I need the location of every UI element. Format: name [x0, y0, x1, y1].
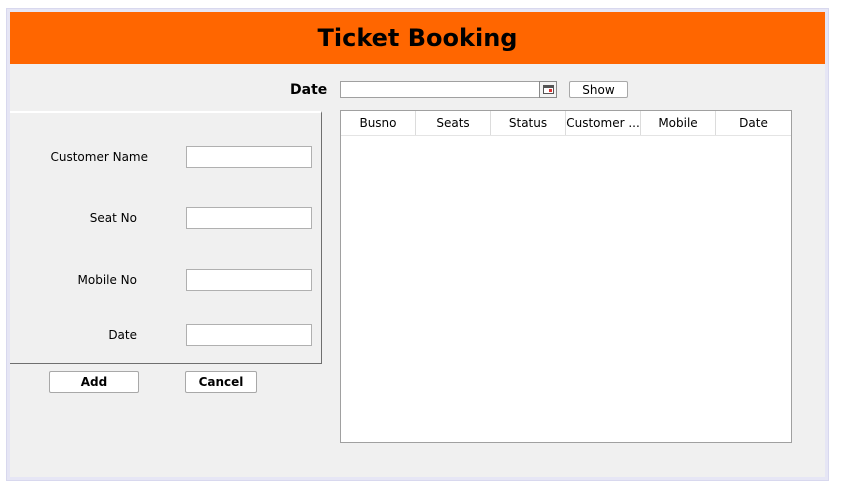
title-banner: Ticket Booking [10, 12, 825, 64]
column-header-seats[interactable]: Seats [416, 111, 491, 135]
cancel-button[interactable]: Cancel [185, 371, 257, 393]
customer-name-input[interactable] [186, 146, 312, 168]
column-header-mobile[interactable]: Mobile [641, 111, 716, 135]
date-filter-picker[interactable] [340, 81, 557, 98]
page-title: Ticket Booking [317, 24, 518, 52]
show-button[interactable]: Show [569, 81, 628, 98]
calendar-button[interactable] [539, 81, 557, 98]
date-input[interactable] [186, 324, 312, 346]
customer-name-label: Customer Name [50, 150, 148, 164]
add-button[interactable]: Add [49, 371, 139, 393]
column-header-date[interactable]: Date [716, 111, 791, 135]
calendar-icon [542, 85, 554, 94]
bookings-table[interactable]: Busno Seats Status Customer ... Mobile D… [340, 110, 792, 443]
column-header-customer[interactable]: Customer ... [566, 111, 641, 135]
column-header-busno[interactable]: Busno [341, 111, 416, 135]
mobile-no-label: Mobile No [77, 273, 138, 287]
column-header-status[interactable]: Status [491, 111, 566, 135]
date-filter-label: Date [290, 82, 328, 98]
seat-no-input[interactable] [186, 207, 312, 229]
table-header: Busno Seats Status Customer ... Mobile D… [341, 111, 791, 136]
booking-form-panel: Customer Name Seat No Mobile No Date [10, 111, 322, 364]
date-label: Date [108, 328, 137, 342]
seat-no-label: Seat No [89, 211, 137, 225]
mobile-no-input[interactable] [186, 269, 312, 291]
